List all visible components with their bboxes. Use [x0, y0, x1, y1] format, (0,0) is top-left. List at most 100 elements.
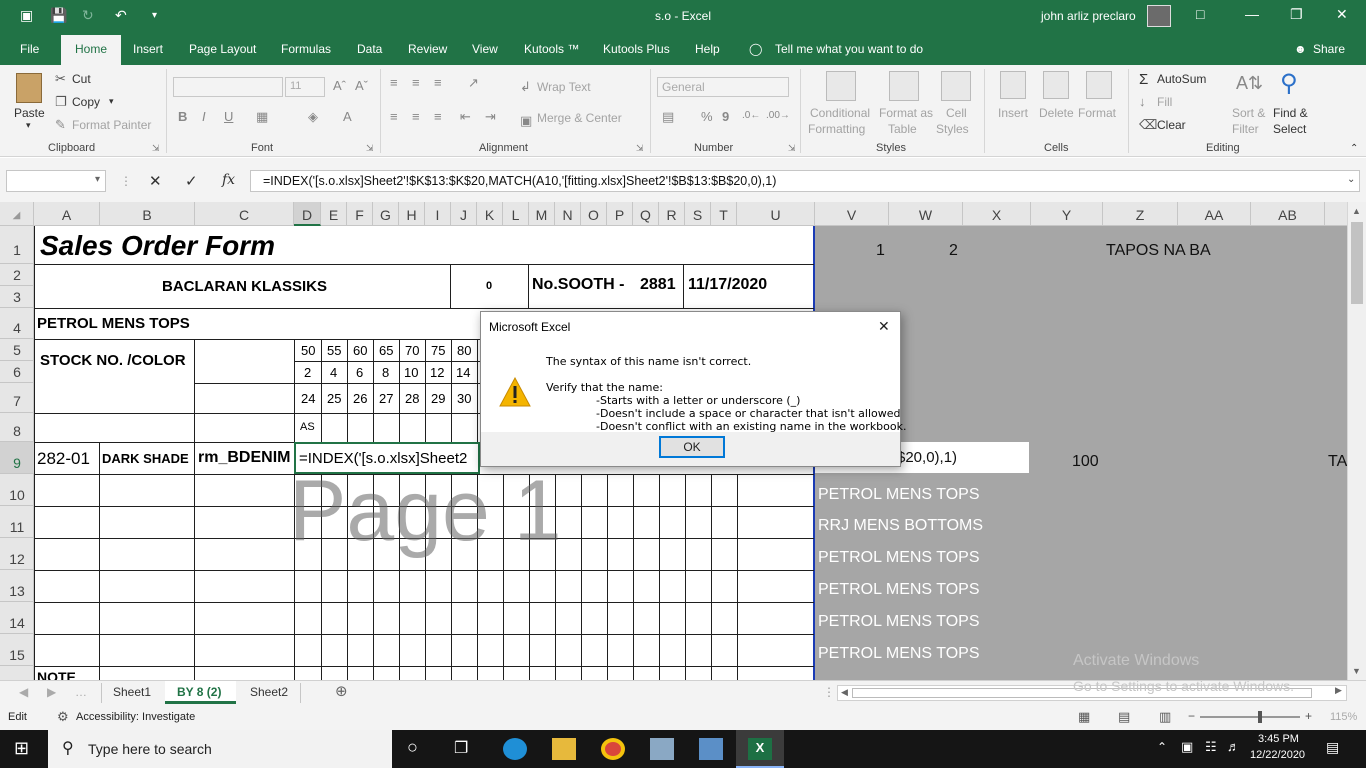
- row-header-1[interactable]: 1: [0, 226, 34, 264]
- tab-view[interactable]: View: [472, 42, 498, 56]
- insert-function-button[interactable]: fx: [222, 172, 235, 188]
- cut-icon[interactable]: ✂: [55, 71, 66, 87]
- column-header-n[interactable]: N: [555, 202, 581, 226]
- row-header-3[interactable]: 3: [0, 286, 34, 308]
- user-name[interactable]: john arliz preclaro: [1041, 9, 1136, 23]
- copy-icon[interactable]: ❐: [55, 94, 67, 110]
- sheet-tab-sheet2[interactable]: Sheet2: [250, 685, 288, 699]
- column-header-ab[interactable]: AB: [1251, 202, 1325, 226]
- row-header-12[interactable]: 12: [0, 538, 34, 570]
- column-header-k[interactable]: K: [477, 202, 503, 226]
- paste-button[interactable]: Paste: [14, 106, 45, 120]
- autosum-button[interactable]: AutoSum: [1157, 72, 1206, 86]
- number-launcher-icon[interactable]: ⇲: [788, 143, 796, 154]
- column-header-y[interactable]: Y: [1031, 202, 1103, 226]
- row-header-11[interactable]: 11: [0, 506, 34, 538]
- app-icon-2[interactable]: [699, 738, 723, 760]
- column-header-s[interactable]: S: [685, 202, 711, 226]
- column-header-b[interactable]: B: [100, 202, 195, 226]
- clear-button[interactable]: Clear: [1157, 118, 1186, 132]
- volume-icon[interactable]: ♬: [1227, 739, 1240, 754]
- find-select-label-2[interactable]: Select: [1273, 122, 1306, 136]
- row-header-4[interactable]: 4: [0, 308, 34, 339]
- next-sheet-icon[interactable]: ▶: [47, 685, 56, 699]
- row-header-7[interactable]: 7: [0, 383, 34, 413]
- enter-entry-button[interactable]: ✓: [185, 172, 198, 190]
- sheet-tab-sheet1[interactable]: Sheet1: [113, 685, 151, 699]
- add-sheet-button[interactable]: ⊕: [335, 682, 348, 700]
- collapse-ribbon-icon[interactable]: ⌃: [1350, 143, 1358, 154]
- column-header-z[interactable]: Z: [1103, 202, 1178, 226]
- cancel-entry-button[interactable]: ✕: [149, 172, 162, 190]
- tab-formulas[interactable]: Formulas: [281, 42, 331, 56]
- row-header-2[interactable]: 2: [0, 264, 34, 286]
- name-box[interactable]: ▾: [6, 170, 106, 192]
- share-button[interactable]: Share: [1313, 42, 1345, 56]
- cell-y9[interactable]: 100: [1072, 453, 1099, 471]
- accessibility-status[interactable]: Accessibility: Investigate: [76, 711, 195, 723]
- row-header-13[interactable]: 13: [0, 570, 34, 602]
- paste-icon[interactable]: [16, 73, 42, 103]
- column-header-v[interactable]: V: [815, 202, 889, 226]
- column-header-u[interactable]: U: [737, 202, 815, 226]
- zoom-level[interactable]: 115%: [1330, 711, 1357, 723]
- tab-split-handle[interactable]: ⋮: [823, 685, 835, 699]
- close-button[interactable]: ✕: [1336, 6, 1348, 23]
- wifi-icon[interactable]: ☷: [1205, 739, 1217, 755]
- column-header-x[interactable]: X: [963, 202, 1031, 226]
- row-header-8[interactable]: 8: [0, 413, 34, 442]
- column-header-h[interactable]: H: [399, 202, 425, 226]
- vertical-scrollbar[interactable]: ▲ ▼: [1347, 202, 1366, 680]
- dialog-close-button[interactable]: ✕: [878, 318, 890, 335]
- clock-time[interactable]: 3:45 PM: [1258, 733, 1299, 745]
- column-header-m[interactable]: M: [529, 202, 555, 226]
- name-box-dropdown-icon[interactable]: ▾: [95, 174, 100, 185]
- ribbon-display-icon[interactable]: □: [1196, 6, 1204, 22]
- column-header-d[interactable]: D: [294, 202, 321, 226]
- normal-view-icon[interactable]: ▦: [1078, 709, 1090, 725]
- windows-start-icon[interactable]: ⊞: [14, 738, 29, 759]
- column-header-e[interactable]: E: [321, 202, 347, 226]
- list-item[interactable]: PETROL MENS TOPS: [818, 645, 980, 663]
- autosum-icon[interactable]: Σ: [1139, 71, 1148, 88]
- prev-sheet-icon[interactable]: ◀: [19, 685, 28, 699]
- network-icon[interactable]: ▣: [1181, 739, 1193, 755]
- tell-me-input[interactable]: Tell me what you want to do: [775, 42, 923, 56]
- cell-z1[interactable]: TAPOS NA BA: [1106, 242, 1211, 260]
- list-item[interactable]: PETROL MENS TOPS: [818, 613, 980, 631]
- more-sheets-icon[interactable]: …: [75, 685, 87, 699]
- minimize-button[interactable]: —: [1245, 6, 1259, 22]
- find-select-icon[interactable]: ⚲: [1280, 69, 1298, 98]
- scroll-right-icon[interactable]: ▶: [1335, 685, 1342, 696]
- scroll-left-icon[interactable]: ◀: [841, 687, 848, 698]
- formula-input[interactable]: =INDEX('[s.o.xlsx]Sheet2'!$K$13:$K$20,MA…: [250, 170, 1360, 192]
- tab-review[interactable]: Review: [408, 42, 447, 56]
- column-header-g[interactable]: G: [373, 202, 399, 226]
- excel-taskbar-button[interactable]: X: [736, 730, 784, 768]
- cortana-icon[interactable]: ○: [407, 737, 418, 758]
- column-header-p[interactable]: P: [607, 202, 633, 226]
- list-item[interactable]: RRJ MENS BOTTOMS: [818, 517, 983, 535]
- accessibility-icon[interactable]: ⚙: [57, 709, 69, 725]
- page-layout-view-icon[interactable]: ▤: [1118, 709, 1130, 725]
- restore-button[interactable]: ❐: [1290, 6, 1303, 23]
- list-item[interactable]: PETROL MENS TOPS: [818, 549, 980, 567]
- column-header-t[interactable]: T: [711, 202, 737, 226]
- chrome-icon[interactable]: [601, 738, 625, 760]
- paste-dropdown-icon[interactable]: ▾: [26, 120, 31, 131]
- zoom-slider[interactable]: [1200, 716, 1300, 718]
- cell-w1[interactable]: 2: [949, 242, 958, 260]
- cut-button[interactable]: Cut: [72, 72, 91, 86]
- row-header-14[interactable]: 14: [0, 602, 34, 634]
- tab-kutools[interactable]: Kutools ™: [524, 42, 579, 56]
- column-header-r[interactable]: R: [659, 202, 685, 226]
- tab-home[interactable]: Home: [61, 35, 122, 65]
- find-select-label[interactable]: Find &: [1273, 106, 1308, 120]
- item-code[interactable]: 282-01: [37, 449, 90, 469]
- copy-dropdown-icon[interactable]: ▾: [109, 96, 114, 107]
- taskbar-search[interactable]: ⚲ Type here to search: [48, 730, 392, 768]
- column-header-w[interactable]: W: [889, 202, 963, 226]
- row-header-15[interactable]: 15: [0, 634, 34, 666]
- row-header-10[interactable]: 10: [0, 474, 34, 506]
- column-header-l[interactable]: L: [503, 202, 529, 226]
